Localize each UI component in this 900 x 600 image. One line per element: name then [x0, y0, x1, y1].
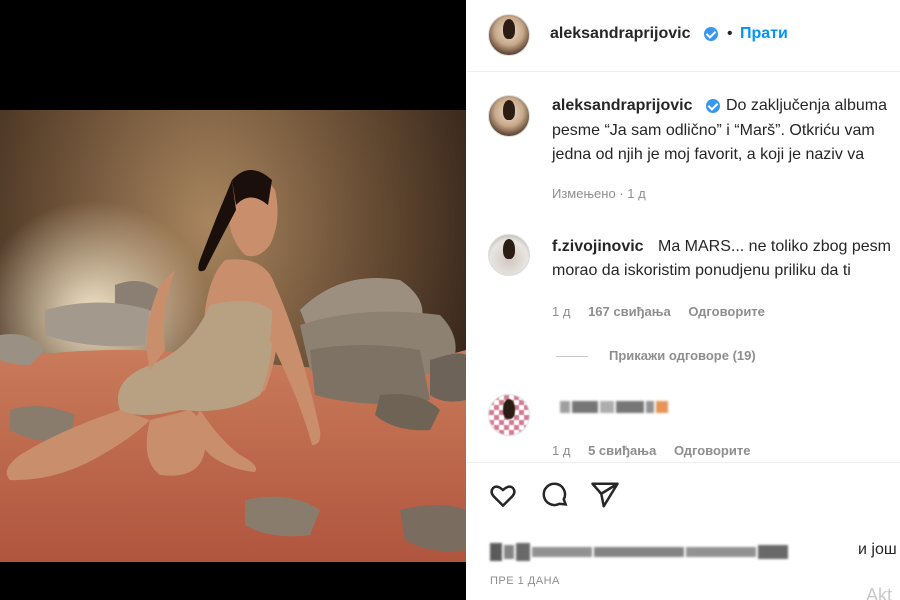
comment-2-age: 1 д [552, 443, 571, 458]
post-details-panel: aleksandraprijovic • Прати aleksandrapri… [466, 0, 900, 600]
instagram-post-view: aleksandraprijovic • Прати aleksandrapri… [0, 0, 900, 600]
comment-1-likes[interactable]: 167 свиђања [588, 304, 671, 319]
comment-1-age: 1 д [552, 304, 571, 319]
comment-1-username[interactable]: f.zivojinovic [552, 236, 644, 258]
caption-line-3: jedna od njih je moj favorit, a koji je … [552, 146, 865, 163]
caption-username[interactable]: aleksandraprijovic [552, 97, 693, 115]
comment-1-meta: 1 д 167 свиђања Одговорите [552, 304, 779, 319]
liked-by-blurred [490, 543, 788, 561]
comment-1-line-2: morao da iskoristim ponudjenu priliku da… [552, 262, 851, 279]
comment-icon[interactable] [540, 480, 570, 510]
caption-line-1: Do zaključenja albuma [726, 97, 887, 114]
post-header: aleksandraprijovic • Прати [466, 0, 900, 72]
media-area [0, 0, 466, 600]
comment-1-line-1: Ma MARS... ne toliko zbog pesm [658, 238, 891, 255]
separator-dot: • [727, 25, 733, 42]
comment-2-likes[interactable]: 5 свиђања [588, 443, 656, 458]
share-icon[interactable] [590, 480, 620, 510]
windows-activation-watermark: Akt [866, 585, 893, 600]
post-photo[interactable] [0, 110, 466, 562]
caption-edited-info: Измењено · 1 д [552, 186, 646, 201]
post-timestamp: ПРЕ 1 ДАНА [490, 575, 560, 587]
heart-icon[interactable] [488, 480, 518, 510]
commenter-2-avatar[interactable] [488, 394, 530, 436]
view-replies-line [556, 356, 588, 357]
comment-2-blurred-text [560, 401, 668, 413]
commenter-avatar[interactable] [488, 234, 530, 276]
verified-icon [704, 27, 718, 41]
follow-button[interactable]: Прати [740, 25, 788, 43]
caption-line-2: pesme “Ja sam odlično” i “Marš”. Otkriću… [552, 122, 875, 139]
caption-avatar[interactable] [488, 95, 530, 137]
author-avatar[interactable] [488, 14, 530, 56]
verified-icon [706, 99, 720, 113]
liked-by-suffix: и још [858, 541, 897, 558]
comment-2-meta: 1 д 5 свиђања Одговорите [552, 443, 764, 458]
photo-illustration [0, 110, 466, 562]
comment-2-reply-button[interactable]: Одговорите [674, 443, 751, 458]
post-actions-bar: и још ПРЕ 1 ДАНА Akt [466, 462, 900, 600]
comment-1-reply-button[interactable]: Одговорите [688, 304, 765, 319]
author-username[interactable]: aleksandraprijovic [550, 25, 691, 43]
view-replies-button[interactable]: Прикажи одговоре (19) [609, 348, 756, 363]
